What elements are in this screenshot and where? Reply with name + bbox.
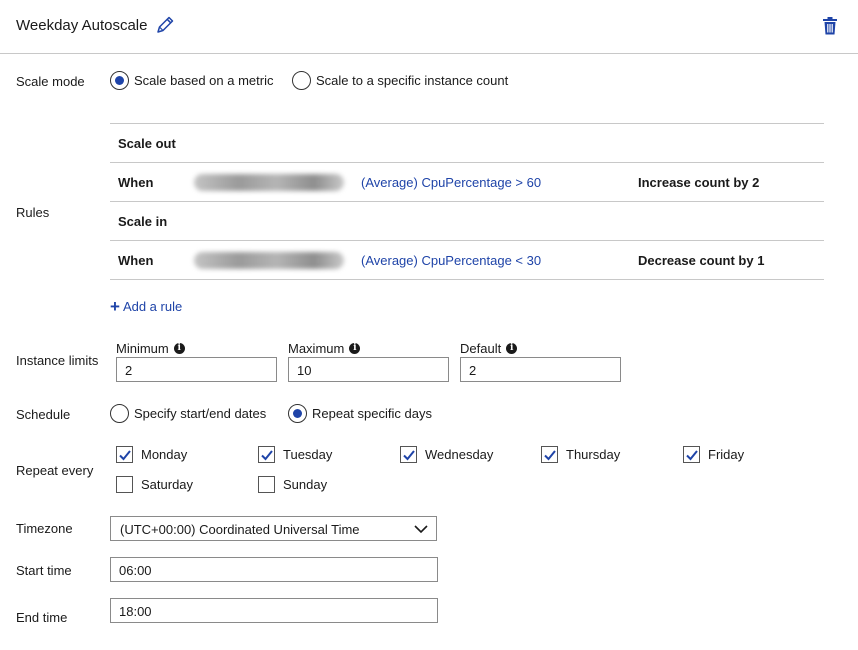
scale-out-action: Increase count by 2 xyxy=(638,175,760,190)
scale-mode-label: Scale mode xyxy=(16,74,85,89)
checkbox-label: Sunday xyxy=(283,477,328,492)
start-time-input[interactable]: 06:00 xyxy=(110,557,438,582)
radio-unselected-indicator xyxy=(292,71,311,90)
checkbox-label: Monday xyxy=(141,447,188,462)
minimum-label-text: Minimum xyxy=(116,341,169,356)
trash-icon[interactable] xyxy=(822,17,838,35)
checkbox-unchecked xyxy=(116,476,133,493)
scale-in-action: Decrease count by 1 xyxy=(638,253,765,268)
sunday-checkbox[interactable]: Sunday xyxy=(258,476,327,493)
monday-checkbox[interactable]: Monday xyxy=(116,446,187,463)
radio-label: Specify start/end dates xyxy=(134,406,267,421)
end-time-label: End time xyxy=(16,610,68,625)
scale-out-header-row: Scale out xyxy=(110,124,824,163)
checkbox-label: Thursday xyxy=(566,447,621,462)
checkbox-checked xyxy=(683,446,700,463)
checkbox-checked xyxy=(541,446,558,463)
repeat-every-label: Repeat every xyxy=(16,463,94,478)
checkbox-checked xyxy=(400,446,417,463)
maximum-label: Maximum i xyxy=(288,341,361,356)
start-time-label: Start time xyxy=(16,563,72,578)
checkbox-checked xyxy=(116,446,133,463)
info-icon[interactable]: i xyxy=(349,343,361,354)
scale-mode-metric-radio[interactable]: Scale based on a metric xyxy=(110,71,273,90)
end-time-input[interactable]: 18:00 xyxy=(110,598,438,623)
scale-in-header-row: Scale in xyxy=(110,202,824,241)
radio-unselected-indicator xyxy=(110,404,129,423)
redacted-resource-name xyxy=(194,252,344,269)
plus-icon: + xyxy=(110,296,120,316)
scale-in-heading: Scale in xyxy=(118,214,168,229)
maximum-label-text: Maximum xyxy=(288,341,345,356)
schedule-start-end-radio[interactable]: Specify start/end dates xyxy=(110,404,266,423)
checkbox-label: Tuesday xyxy=(283,447,333,462)
checkbox-unchecked xyxy=(258,476,275,493)
instance-limits-label: Instance limits xyxy=(16,353,99,368)
scale-mode-instance-count-radio[interactable]: Scale to a specific instance count xyxy=(292,71,508,90)
when-label: When xyxy=(118,253,154,268)
scale-out-rule-row[interactable]: When (Average) CpuPercentage > 60 Increa… xyxy=(110,163,824,202)
rules-table: Scale out When (Average) CpuPercentage >… xyxy=(110,123,824,280)
radio-label: Scale to a specific instance count xyxy=(316,73,509,88)
checkbox-label: Wednesday xyxy=(425,447,494,462)
scale-in-condition-link[interactable]: (Average) CpuPercentage < 30 xyxy=(361,253,541,268)
scale-out-condition-link[interactable]: (Average) CpuPercentage > 60 xyxy=(361,175,541,190)
when-label: When xyxy=(118,175,154,190)
timezone-select[interactable]: (UTC+00:00) Coordinated Universal Time xyxy=(110,516,437,541)
maximum-input[interactable]: 10 xyxy=(288,357,449,382)
default-label: Default i xyxy=(460,341,518,356)
chevron-down-icon xyxy=(414,525,428,534)
radio-selected-indicator xyxy=(110,71,129,90)
pencil-icon[interactable] xyxy=(155,15,175,35)
scale-out-heading: Scale out xyxy=(118,136,176,151)
profile-title: Weekday Autoscale xyxy=(16,17,148,34)
info-icon[interactable]: i xyxy=(173,343,185,354)
radio-label: Repeat specific days xyxy=(312,406,432,421)
profile-header: Weekday Autoscale xyxy=(0,0,858,54)
timezone-label: Timezone xyxy=(16,521,73,536)
schedule-label: Schedule xyxy=(16,407,71,422)
radio-label: Scale based on a metric xyxy=(134,73,274,88)
redacted-resource-name xyxy=(194,174,344,191)
checkbox-checked xyxy=(258,446,275,463)
minimum-input[interactable]: 2 xyxy=(116,357,277,382)
thursday-checkbox[interactable]: Thursday xyxy=(541,446,620,463)
friday-checkbox[interactable]: Friday xyxy=(683,446,744,463)
timezone-value: (UTC+00:00) Coordinated Universal Time xyxy=(120,522,360,537)
scale-in-rule-row[interactable]: When (Average) CpuPercentage < 30 Decrea… xyxy=(110,241,824,280)
wednesday-checkbox[interactable]: Wednesday xyxy=(400,446,493,463)
default-label-text: Default xyxy=(460,341,502,356)
saturday-checkbox[interactable]: Saturday xyxy=(116,476,193,493)
add-rule-link[interactable]: + Add a rule xyxy=(110,296,183,316)
checkbox-label: Friday xyxy=(708,447,745,462)
minimum-label: Minimum i xyxy=(116,341,185,356)
rules-label: Rules xyxy=(16,205,50,220)
default-input[interactable]: 2 xyxy=(460,357,621,382)
checkbox-label: Saturday xyxy=(141,477,194,492)
tuesday-checkbox[interactable]: Tuesday xyxy=(258,446,332,463)
info-icon[interactable]: i xyxy=(506,343,518,354)
add-rule-label: Add a rule xyxy=(122,299,183,314)
radio-selected-indicator xyxy=(288,404,307,423)
schedule-repeat-days-radio[interactable]: Repeat specific days xyxy=(288,404,432,423)
